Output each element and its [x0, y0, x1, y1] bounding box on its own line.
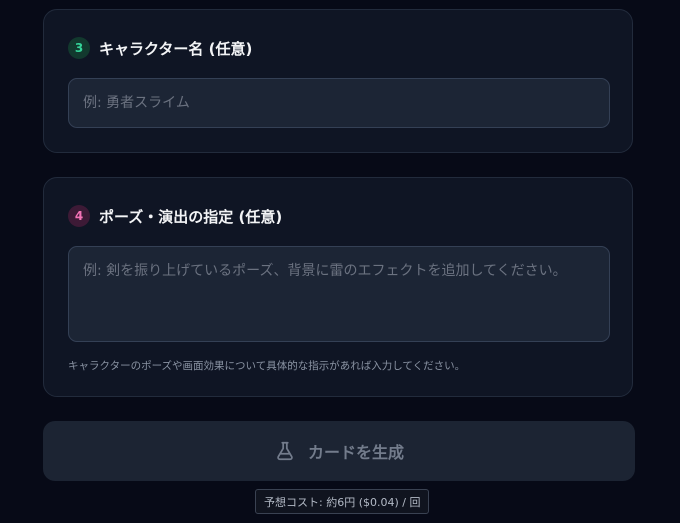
- cost-estimate-badge: 予想コスト: 約6円 ($0.04) / 回: [255, 489, 430, 514]
- generate-button-label: カードを生成: [307, 443, 404, 462]
- generate-card-button[interactable]: カードを生成: [43, 421, 635, 481]
- pose-direction-textarea[interactable]: [68, 246, 610, 342]
- helper-text: キャラクターのポーズや画面効果について具体的な指示があれば入力してください。: [68, 360, 466, 372]
- flask-icon: [274, 440, 296, 462]
- character-name-section: 3 キャラクター名 (任意): [43, 9, 633, 153]
- character-name-input[interactable]: [68, 78, 610, 128]
- section-header: 3 キャラクター名 (任意): [68, 37, 252, 59]
- step-number-badge: 3: [68, 37, 90, 59]
- section-header: 4 ポーズ・演出の指定 (任意): [68, 205, 282, 227]
- section-title: キャラクター名 (任意): [99, 39, 253, 58]
- step-number-badge: 4: [68, 205, 90, 227]
- pose-direction-section: 4 ポーズ・演出の指定 (任意) キャラクターのポーズや画面効果について具体的な…: [43, 177, 633, 397]
- section-title: ポーズ・演出の指定 (任意): [99, 207, 283, 226]
